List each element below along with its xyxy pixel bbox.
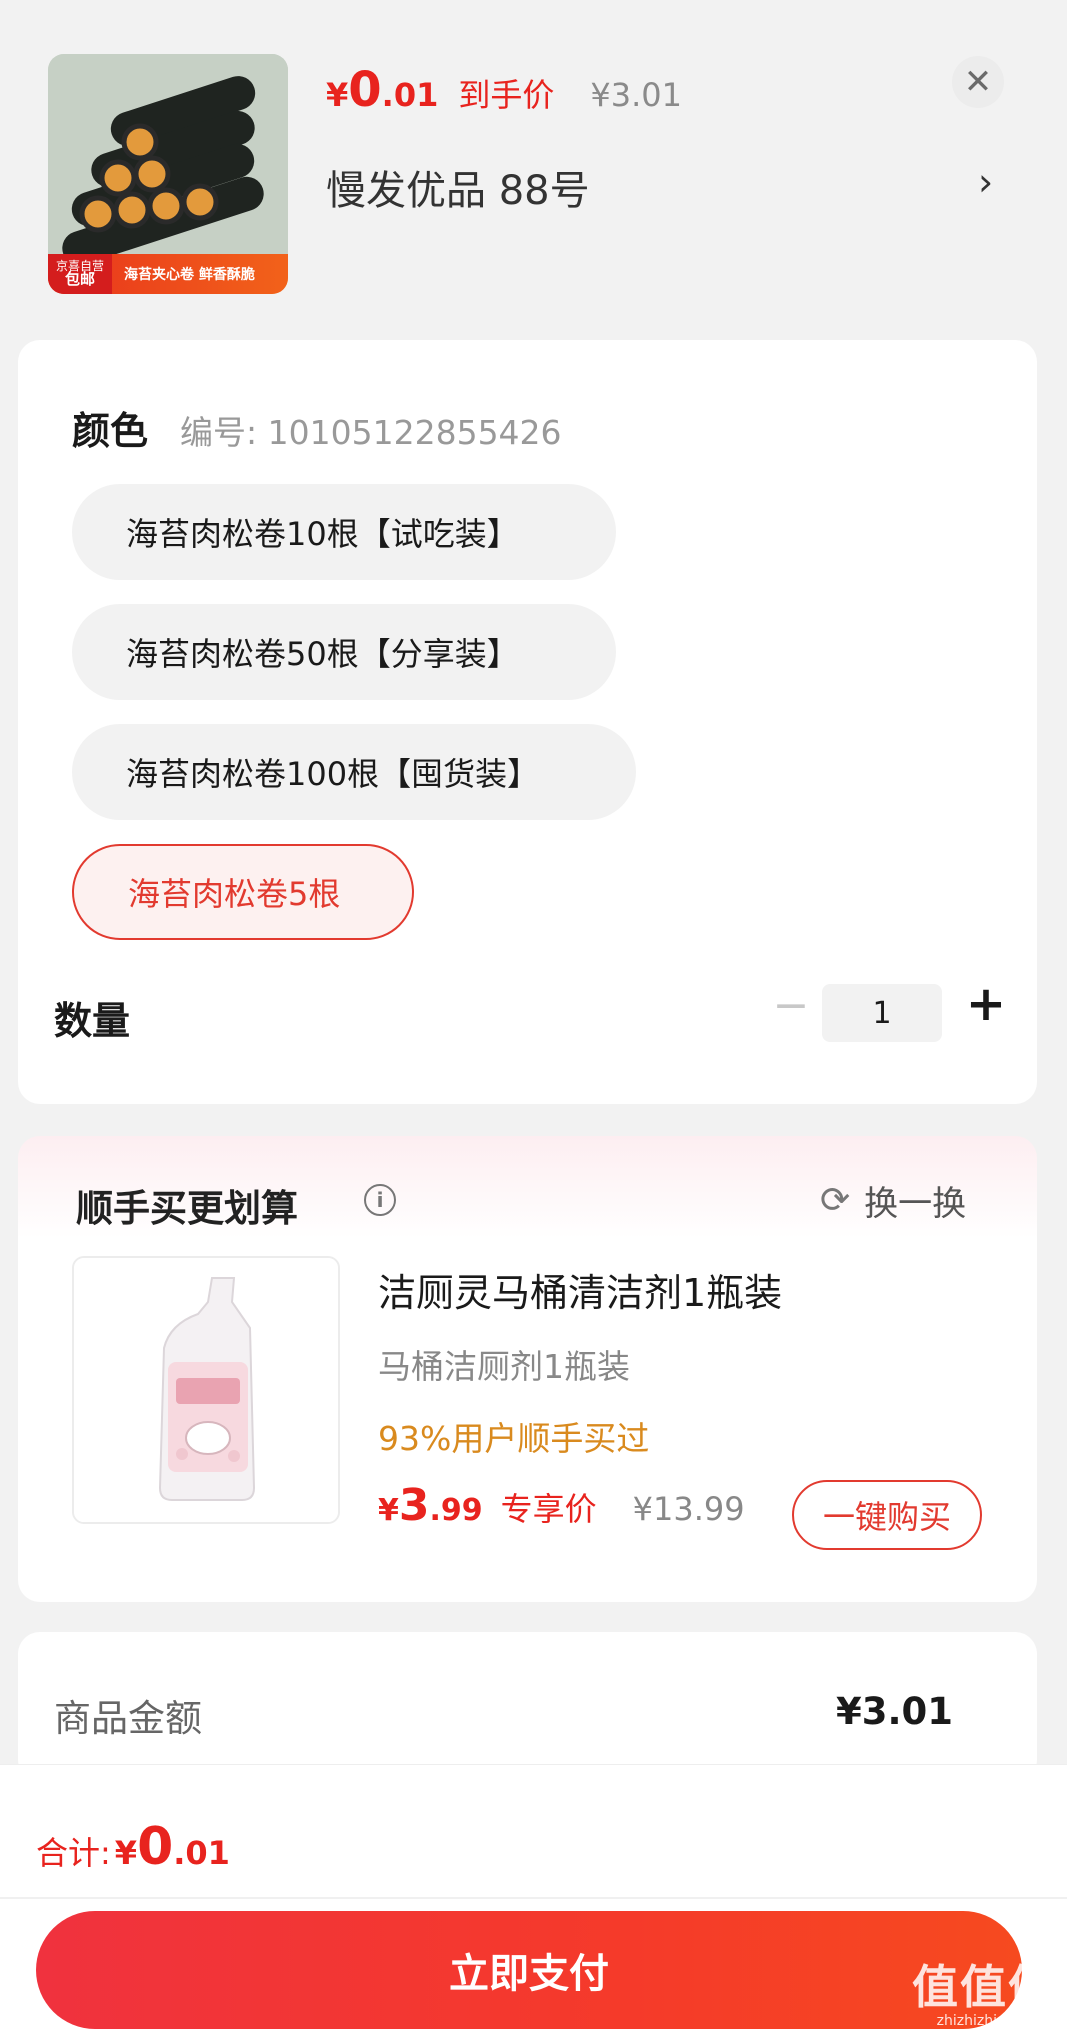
original-price: ¥3.01 [590,76,682,114]
upsell-original-price: ¥13.99 [632,1490,745,1528]
total-price: 合计: ¥ 0 .01 [36,1817,230,1881]
minus-icon: − [772,980,810,1031]
swap-label: 换一换 [864,1184,967,1224]
one-click-buy-button[interactable]: 一键购买 [792,1480,982,1550]
info-icon[interactable]: i [364,1184,396,1216]
goods-amount-label: 商品金额 [54,1697,202,1740]
watermark-logo: 值值值 [912,1960,1056,2014]
divider [0,1897,1067,1899]
upsell-price-integer: 3 [398,1480,430,1531]
seaweed-roll-illustration [48,54,288,259]
spec-option[interactable]: 海苔肉松卷50根【分享装】 [72,604,616,700]
banner-text: 海苔夹心卷 鲜香酥脆 [124,267,255,283]
selected-variant-text[interactable]: 慢发优品 88号 [326,158,590,216]
product-thumbnail: 京喜自营 包邮 海苔夹心卷 鲜香酥脆 [48,54,288,294]
close-button[interactable]: ✕ [952,56,1004,108]
spec-option[interactable]: 海苔肉松卷100根【囤货装】 [72,724,636,820]
thumbnail-banner: 京喜自营 包邮 海苔夹心卷 鲜香酥脆 [48,254,288,294]
upsell-card: 顺手买更划算 i ⟳ 换一换 洁厕灵马桶清洁剂1瓶装 马桶洁厕剂1瓶装 93%用… [18,1136,1037,1602]
plus-icon: + [965,976,1007,1032]
upsell-price-decimal: .99 [429,1493,483,1528]
product-header: 京喜自营 包邮 海苔夹心卷 鲜香酥脆 ¥ 0 .01 到手价 ¥3.01 慢发优… [0,0,1067,330]
spec-title: 颜色 [72,409,149,453]
swap-button[interactable]: ⟳ 换一换 [820,1176,966,1225]
goods-amount-value: ¥3.01 [835,1690,953,1733]
total-integer: 0 [137,1817,174,1877]
upsell-product-spec: 马桶洁厕剂1瓶装 [378,1347,630,1386]
upsell-title: 顺手买更划算 [76,1187,298,1230]
price-currency: ¥ [326,76,349,114]
price-label: 到手价 [458,76,555,114]
site-watermark: 值值值 zhizhizhi.com [912,1951,1056,2029]
cleaner-bottle-illustration [74,1258,338,1522]
pay-now-button[interactable]: 立即支付 [36,1911,1022,2029]
total-decimal: .01 [173,1834,230,1872]
spec-option[interactable]: 海苔肉松卷10根【试吃装】 [72,484,616,580]
close-icon: ✕ [963,62,993,102]
final-price: ¥ 0 .01 到手价 ¥3.01 [326,62,682,122]
quantity-plus-button[interactable]: + [958,976,1014,1036]
spec-code: 编号: 10105122855426 [180,413,562,452]
tag-bottom-text: 包邮 [64,270,95,289]
upsell-purchase-stat: 93%用户顺手买过 [378,1419,650,1458]
amount-card: 商品金额 ¥3.01 [18,1632,1037,1782]
upsell-price-currency: ¥ [378,1493,399,1528]
spec-option-selected[interactable]: 海苔肉松卷5根 [72,844,414,940]
quantity-input[interactable]: 1 [822,984,942,1042]
upsell-product-name[interactable]: 洁厕灵马桶清洁剂1瓶装 [378,1262,782,1317]
price-integer: 0 [348,62,382,118]
free-shipping-tag: 京喜自营 包邮 [48,254,112,294]
total-label: 合计: [36,1834,111,1872]
upsell-product-image[interactable] [72,1256,340,1524]
upsell-price: ¥ 3 .99 专享价 ¥13.99 [378,1480,745,1532]
total-currency: ¥ [114,1834,138,1872]
chevron-right-icon[interactable]: › [978,160,993,204]
quantity-minus-button[interactable]: − [766,980,816,1036]
refresh-icon: ⟳ [820,1180,851,1221]
sku-selector-sheet: 京喜自营 包邮 海苔夹心卷 鲜香酥脆 ¥ 0 .01 到手价 ¥3.01 慢发优… [0,0,1067,2044]
quantity-label: 数量 [54,999,131,1043]
spec-card: 颜色 编号: 10105122855426 海苔肉松卷10根【试吃装】 海苔肉松… [18,340,1037,1104]
checkout-bar: 合计: ¥ 0 .01 立即支付 值值值 zhizhizhi.com [0,1764,1067,2044]
price-decimal: .01 [381,76,439,114]
upsell-price-label: 专享价 [500,1490,597,1528]
